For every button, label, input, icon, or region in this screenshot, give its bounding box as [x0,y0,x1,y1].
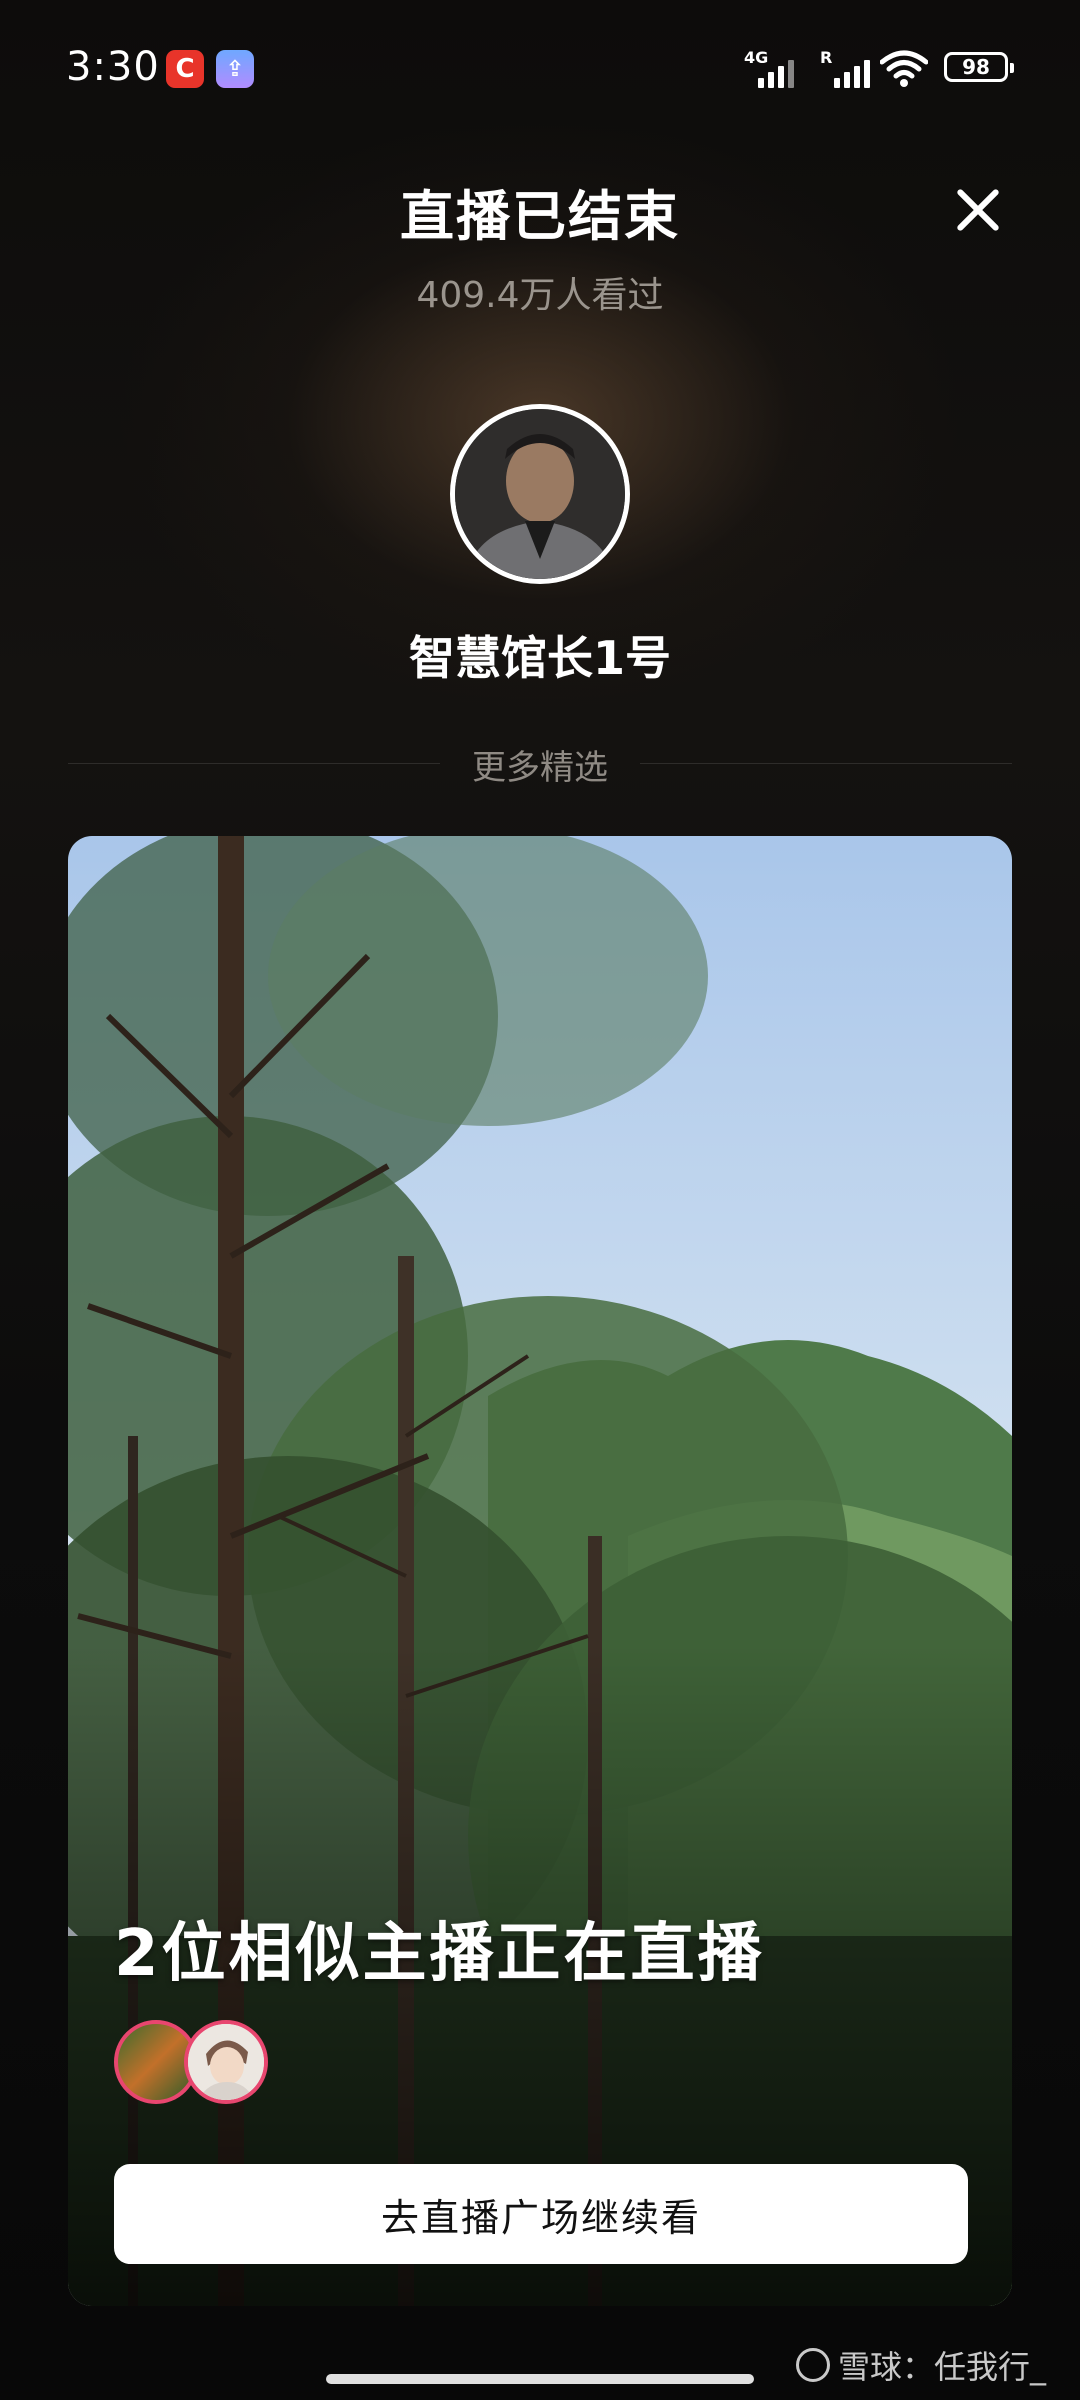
app-notification-icon: C [166,50,204,88]
card-headline: 2位相似主播正在直播 [114,1917,765,1991]
status-bar: 3:30 C ⇪ 4G R 98 [0,0,1080,140]
host-avatar[interactable] [450,404,630,584]
similar-host-avatar-2[interactable] [184,2020,268,2104]
divider-right [640,763,1012,764]
close-button[interactable] [948,180,1008,240]
viewer-count: 409.4万人看过 [416,275,664,316]
status-time: 3:30 [66,44,160,90]
watermark-text: 雪球：任我行_ [837,2348,1046,2386]
upload-notification-icon: ⇪ [216,50,254,88]
host-portrait [455,409,625,579]
go-to-live-plaza-button[interactable]: 去直播广场继续看 [114,2164,968,2264]
snowball-logo-icon [795,2348,830,2382]
host-name[interactable]: 智慧馆长1号 [0,622,1080,688]
recommendation-card[interactable]: 2位相似主播正在直播 去直播广场继续看 [68,836,1012,2306]
wifi-icon [880,50,928,87]
signal-icon: 4G [744,48,800,88]
live-ended-screen: 3:30 C ⇪ 4G R 98 直播已结束 409.4万人看过 智慧馆长1号 … [0,0,1080,2400]
cartoon-avatar [188,2024,264,2100]
home-indicator[interactable] [326,2374,754,2384]
signal-icon-2: R [820,48,876,88]
section-label: 更多精选 [472,748,608,788]
battery-icon: 98 [944,52,1014,82]
page-title: 直播已结束 [400,185,680,248]
watermark: 雪球：任我行_ [795,2342,1046,2388]
